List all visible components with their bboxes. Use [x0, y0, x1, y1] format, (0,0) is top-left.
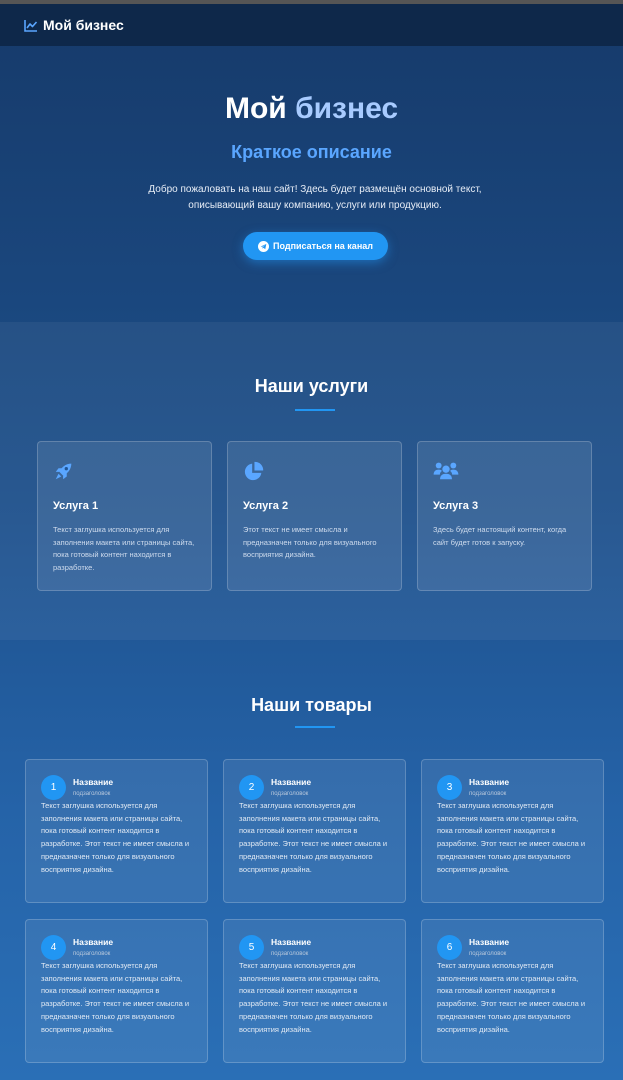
products-section: Наши товары 1 Название подзаголовок Текс…	[0, 640, 623, 1080]
product-name: Название	[271, 777, 312, 787]
product-description: Текст заглушка используется для заполнен…	[239, 961, 388, 1034]
users-icon	[433, 460, 576, 484]
product-card: 2 Название подзаголовок Текст заглушка и…	[223, 759, 406, 903]
product-number-badge: 1	[41, 775, 66, 800]
services-section: Наши услуги Услуга 1 Текст заглушка испо…	[0, 322, 623, 640]
product-description: Текст заглушка используется для заполнен…	[437, 801, 586, 874]
product-subtitle: подзаголовок	[73, 951, 111, 957]
product-description: Текст заглушка используется для заполнен…	[41, 961, 190, 1034]
telegram-icon	[258, 240, 270, 252]
service-name: Услуга 2	[243, 500, 289, 512]
product-card: 6 Название подзаголовок Текст заглушка и…	[421, 919, 604, 1063]
navbar: Мой бизнес	[0, 4, 623, 46]
service-card: Услуга 2 Этот текст не имеет смысла и пр…	[227, 441, 402, 591]
product-subtitle: подзаголовок	[469, 951, 507, 957]
product-description: Текст заглушка используется для заполнен…	[239, 801, 388, 874]
product-card: 4 Название подзаголовок Текст заглушка и…	[25, 919, 208, 1063]
product-subtitle: подзаголовок	[73, 791, 111, 797]
hero-subtitle: Краткое описание	[231, 142, 392, 162]
hero-description: Добро пожаловать на наш сайт! Здесь буде…	[148, 184, 482, 211]
product-name: Название	[271, 937, 312, 947]
product-number-badge: 4	[41, 935, 66, 960]
service-name: Услуга 3	[433, 500, 479, 512]
product-description: Текст заглушка используется для заполнен…	[437, 961, 586, 1034]
brand-link[interactable]: Мой бизнес	[24, 17, 124, 33]
product-description: Текст заглушка используется для заполнен…	[41, 801, 190, 874]
product-card: 3 Название подзаголовок Текст заглушка и…	[421, 759, 604, 903]
chart-line-icon	[24, 19, 38, 32]
product-subtitle: подзаголовок	[271, 791, 309, 797]
service-description: Здесь будет настоящий контент, когда сай…	[433, 525, 567, 547]
products-title: Наши товары	[251, 695, 372, 715]
service-description: Этот текст не имеет смысла и предназначе…	[243, 525, 377, 559]
hero-title-part2: бизнес	[295, 92, 399, 125]
service-name: Услуга 1	[53, 500, 99, 512]
subscribe-button-label: Подписаться на канал	[273, 241, 373, 251]
product-subtitle: подзаголовок	[271, 951, 309, 957]
brand-name: Мой бизнес	[43, 17, 124, 33]
product-number-badge: 6	[437, 935, 462, 960]
product-subtitle: подзаголовок	[469, 791, 507, 797]
product-name: Название	[469, 937, 510, 947]
subscribe-button[interactable]: Подписаться на канал	[243, 232, 388, 260]
products-title-underline	[295, 726, 335, 728]
product-card: 1 Название подзаголовок Текст заглушка и…	[25, 759, 208, 903]
product-card: 5 Название подзаголовок Текст заглушка и…	[223, 919, 406, 1063]
product-number-badge: 5	[239, 935, 264, 960]
service-description: Текст заглушка используется для заполнен…	[53, 525, 195, 572]
service-card: Услуга 3 Здесь будет настоящий контент, …	[417, 441, 592, 591]
services-title: Наши услуги	[254, 376, 369, 396]
product-number-badge: 3	[437, 775, 462, 800]
rocket-icon	[53, 460, 196, 484]
hero-title: Мой бизнес	[0, 92, 623, 126]
service-card: Услуга 1 Текст заглушка используется для…	[37, 441, 212, 591]
hero-section: Мой бизнес Краткое описание Добро пожало…	[0, 46, 623, 322]
services-title-underline	[295, 409, 335, 411]
hero-title-part1: Мой	[224, 92, 287, 125]
product-name: Название	[469, 777, 510, 787]
pie-chart-icon	[243, 460, 386, 484]
product-number-badge: 2	[239, 775, 264, 800]
product-name: Название	[73, 777, 114, 787]
product-name: Название	[73, 937, 114, 947]
